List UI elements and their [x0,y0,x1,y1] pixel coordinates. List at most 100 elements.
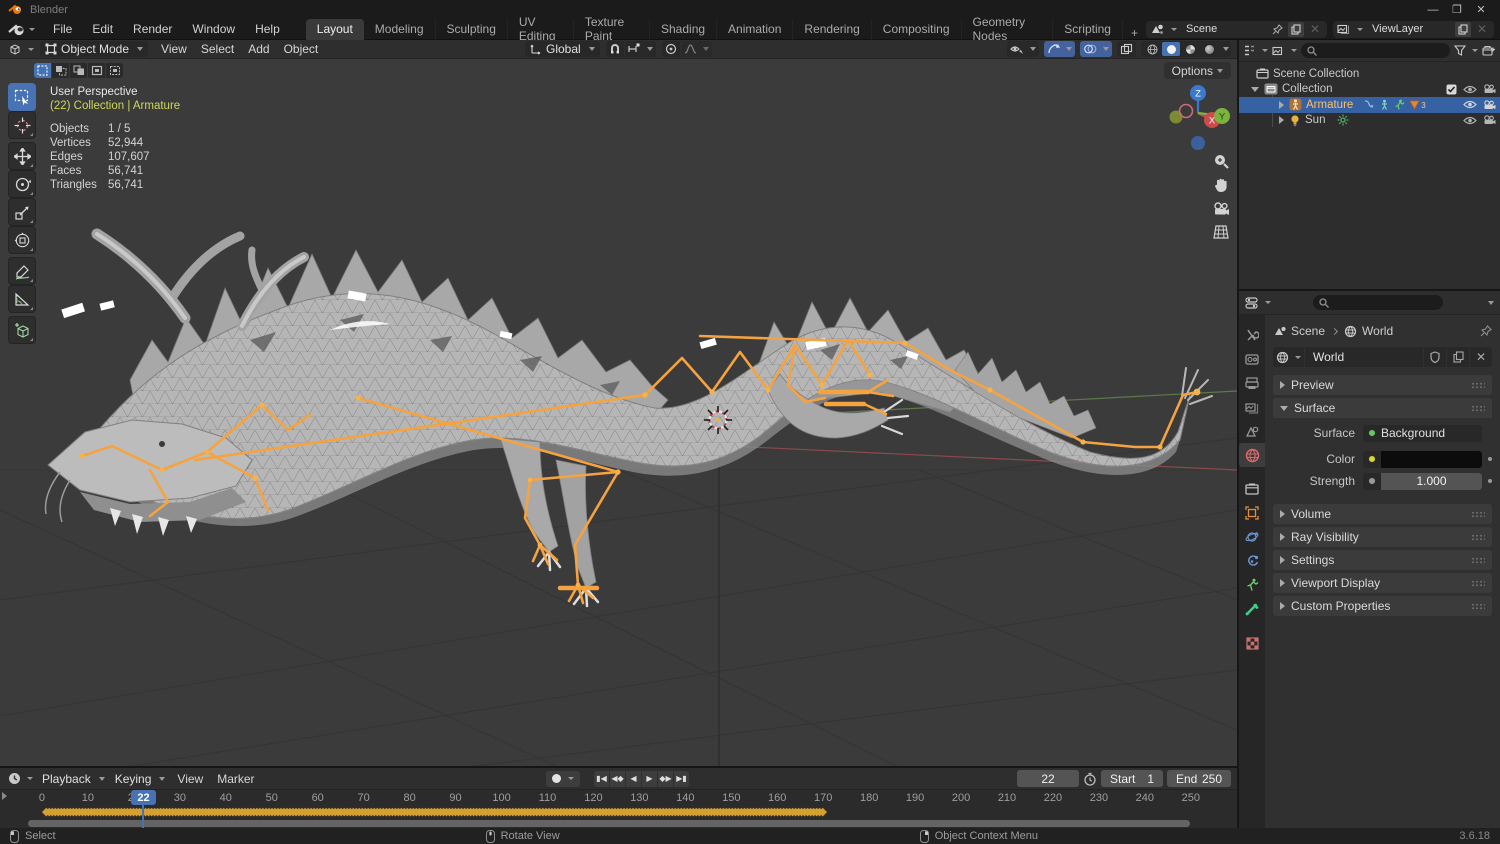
animate-property-icon[interactable] [1488,479,1492,483]
workspace-tab[interactable]: Texture Paint [574,15,650,43]
pan-view-button[interactable] [1210,174,1232,196]
collapsed-panel[interactable]: Settings [1273,550,1492,570]
surface-type-dropdown[interactable]: Background [1363,424,1482,442]
tab-collection[interactable] [1239,477,1265,501]
panel-drag-handle[interactable] [1471,510,1485,518]
panel-drag-handle[interactable] [1471,579,1485,587]
region-divider-horizontal[interactable] [1239,289,1500,291]
menu-item[interactable]: Render [123,19,182,40]
tool-measure[interactable] [8,285,36,313]
close-icon[interactable]: ✕ [1474,3,1488,16]
disclosure-closed-icon[interactable] [1279,100,1284,109]
animate-property-icon[interactable] [1488,457,1492,461]
options-button[interactable]: Options [1163,62,1231,79]
color-swatch[interactable] [1381,450,1482,468]
navigation-gizmo[interactable]: Z X Y [1160,82,1232,154]
disable-render-camera-icon[interactable] [1483,84,1496,94]
breadcrumb-world[interactable]: World [1362,324,1393,338]
tool-annotate[interactable] [8,257,36,285]
timeline-scrollbar[interactable] [28,820,1190,827]
tab-texture[interactable] [1239,631,1265,655]
select-mode-subtract[interactable] [70,63,87,78]
playhead-line[interactable] [142,805,144,828]
zoom-view-button[interactable] [1210,150,1232,172]
tab-view-layer[interactable] [1239,395,1265,419]
tab-constraints[interactable] [1239,549,1265,573]
view-menu[interactable]: View [170,772,210,786]
panel-drag-handle[interactable] [1471,381,1485,389]
viewlayer-selector[interactable]: ViewLayer ✕ [1333,20,1494,38]
pin-icon[interactable] [1480,325,1492,337]
viewport-menu-item[interactable]: Object [277,42,326,56]
region-divider-timeline[interactable] [0,766,1237,768]
menu-item[interactable]: Edit [82,19,123,40]
play-button[interactable]: ▶ [642,770,657,787]
jump-to-end-button[interactable]: ▶▮ [674,770,689,787]
breadcrumb-scene[interactable]: Scene [1291,324,1325,338]
timeline-editor-type-button[interactable] [4,772,37,785]
shading-wireframe-button[interactable] [1143,42,1161,56]
outliner-row-collection[interactable]: Collection [1239,82,1500,98]
disable-render-camera-icon[interactable] [1483,99,1496,110]
mode-dropdown[interactable]: Object Mode [40,41,149,57]
3d-viewport[interactable]: Object Mode View Select Add Object Global [0,40,1237,768]
keying-menu[interactable]: Keying [109,770,171,787]
disclosure-open-icon[interactable] [1251,86,1259,92]
shading-rendered-button[interactable] [1200,42,1218,56]
tab-output[interactable] [1239,371,1265,395]
collection-checkbox[interactable] [1446,84,1457,95]
tool-cursor[interactable] [8,111,36,139]
disable-render-camera-icon[interactable] [1483,115,1496,125]
hide-eye-icon[interactable] [1463,100,1477,109]
panel-preview[interactable]: Preview [1273,375,1492,395]
viewport-menu-item[interactable]: Add [241,42,276,56]
jump-to-start-button[interactable]: ▮◀ [594,770,609,787]
playback-menu[interactable]: Playback [37,770,110,787]
collapsed-panel[interactable]: Viewport Display [1273,573,1492,593]
new-collection-button[interactable] [1482,45,1496,57]
new-datablock-icon[interactable] [1288,21,1304,37]
frame-end-field[interactable]: End 250 [1167,770,1231,787]
properties-editor-type-button[interactable] [1245,296,1271,309]
outliner-search-input[interactable] [1301,43,1450,58]
play-reverse-button[interactable]: ◀ [626,770,641,787]
tab-physics[interactable] [1239,525,1265,549]
dragon-model[interactable] [44,228,1213,608]
tool-add-cube[interactable] [8,316,36,344]
toggle-orthographic-button[interactable] [1210,221,1232,243]
minimize-icon[interactable]: — [1426,4,1440,16]
viewport-menu-item[interactable]: Select [194,42,241,56]
app-menu-button[interactable] [0,23,43,36]
keyframe-strip[interactable]: ◆◆◆◆◆◆◆◆◆◆◆◆◆◆◆◆◆◆◆◆◆◆◆◆◆◆◆◆◆◆◆◆◆◆◆◆◆◆◆◆… [42,806,1232,818]
outliner-display-mode-button[interactable] [1272,45,1297,57]
viewport-menu-item[interactable]: View [154,42,194,56]
new-datablock-icon[interactable] [1455,21,1471,37]
next-keyframe-button[interactable]: ◆▶ [658,770,673,787]
shading-material-button[interactable] [1181,42,1199,56]
outliner-editor-type-button[interactable] [1243,45,1268,56]
workspace-tab[interactable]: Modeling [364,18,436,40]
tab-object-data[interactable] [1239,573,1265,597]
tab-layout[interactable]: Layout [305,18,364,40]
tab-scene[interactable] [1239,419,1265,443]
panel-surface[interactable]: Surface [1273,398,1492,418]
gizmo-axis-neg-x[interactable] [1178,103,1194,119]
copy-datablock-icon[interactable] [1447,347,1469,367]
strength-value[interactable]: 1.000 [1381,472,1482,490]
outliner-filter-button[interactable] [1454,45,1478,56]
object-visibility-dropdown[interactable] [1007,41,1039,57]
show-gizmo-toggle[interactable] [1044,41,1075,57]
tab-tool[interactable] [1239,323,1265,347]
menu-item[interactable]: Window [182,19,245,40]
world-datablock-dropdown[interactable] [1273,347,1304,367]
proportional-edit-toggle[interactable] [661,41,680,57]
xray-toggle[interactable] [1117,41,1136,57]
tab-world[interactable] [1239,443,1265,467]
workspace-tab[interactable]: Rendering [793,18,872,40]
properties-search-input[interactable] [1312,295,1443,310]
collapsed-panel[interactable]: Custom Properties [1273,596,1492,616]
tool-scale[interactable] [8,198,36,226]
hide-eye-icon[interactable] [1463,116,1477,125]
pin-icon[interactable] [1269,22,1285,37]
tool-rotate[interactable] [8,170,36,198]
